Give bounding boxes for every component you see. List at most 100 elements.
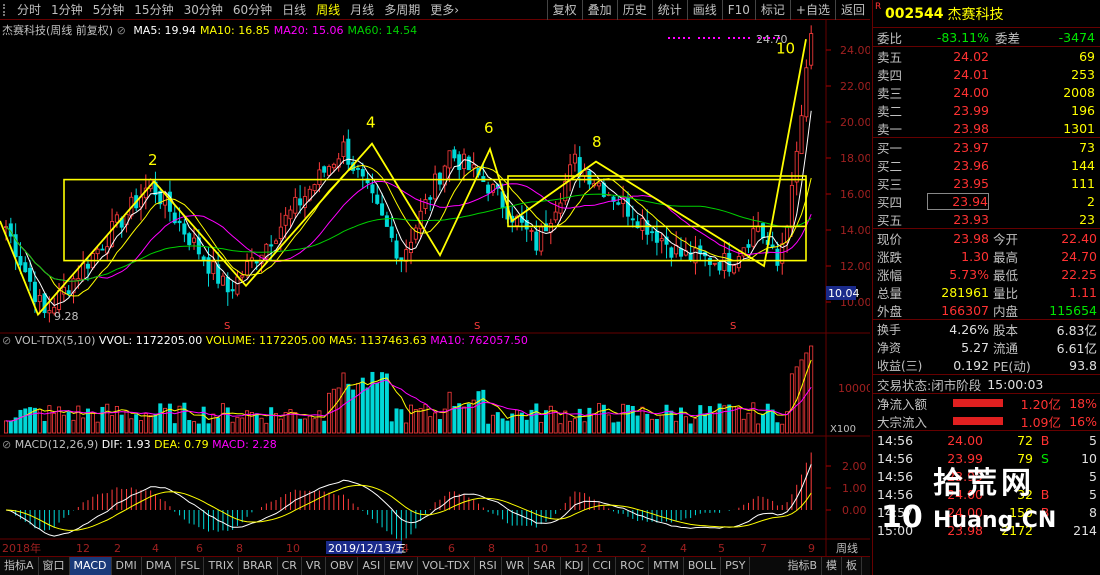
time-axis-label: 9: [808, 542, 815, 555]
time-axis-label: 4: [152, 542, 159, 555]
period-tab[interactable]: 15分钟: [129, 0, 178, 20]
indicator-tab[interactable]: VOL-TDX: [418, 557, 475, 575]
candle-body: [413, 227, 418, 240]
candle-body: [568, 164, 573, 180]
asks-row[interactable]: 卖一 23.98 1301: [873, 119, 1100, 137]
volume-bar: [635, 415, 640, 434]
toolbar-action-button[interactable]: 复权: [546, 0, 582, 20]
toolbar-action-button[interactable]: +自选: [789, 0, 835, 20]
volume-bar: [269, 407, 274, 434]
toolbar-action-button[interactable]: 返回: [834, 0, 870, 20]
indicator-tab[interactable]: BRAR: [239, 557, 278, 575]
indicator-tab[interactable]: CR: [278, 557, 302, 575]
period-tab[interactable]: 1分钟: [46, 0, 88, 20]
toolbar-action-button[interactable]: 统计: [651, 0, 687, 20]
bids-row[interactable]: 买一 23.97 73: [873, 138, 1100, 156]
indicator-tab[interactable]: RSI: [475, 557, 502, 575]
volume-bar: [688, 423, 693, 434]
indicator-tab[interactable]: TRIX: [204, 557, 239, 575]
volume-bar: [100, 406, 105, 434]
toolbar-action-button[interactable]: 画线: [686, 0, 722, 20]
indicator-tab[interactable]: CCI: [589, 557, 617, 575]
indicator-tab[interactable]: WR: [502, 557, 530, 575]
indicator-tab[interactable]: MTM: [649, 557, 684, 575]
weibi-value: -83.11%: [936, 29, 989, 45]
candle-body: [654, 230, 659, 243]
volume-bar: [770, 409, 775, 434]
indicator-tab[interactable]: BOLL: [684, 557, 722, 575]
kline-chart-area[interactable]: 24.0022.0020.0018.0016.0014.0012.0010.00…: [0, 20, 870, 556]
stat-row: 总量 281961 量比 1.11: [873, 283, 1100, 301]
collapse-icon[interactable]: ⊘: [2, 334, 11, 347]
indicator-tab[interactable]: MACD: [69, 557, 112, 575]
volume-bar: [23, 408, 28, 434]
asks-row[interactable]: 卖二 23.99 196: [873, 101, 1100, 119]
asks-row[interactable]: 卖四 24.01 253: [873, 65, 1100, 83]
toolbar-action-button[interactable]: F10: [721, 0, 755, 20]
indicator-tab[interactable]: ROC: [616, 557, 650, 575]
candle-body: [100, 248, 105, 251]
toolbar-action-button[interactable]: 叠加: [581, 0, 617, 20]
period-tab[interactable]: 30分钟: [179, 0, 228, 20]
indicator-tab[interactable]: DMI: [112, 557, 142, 575]
indicator-tab[interactable]: OBV: [326, 557, 359, 575]
bids-row[interactable]: 买三 23.95 111: [873, 174, 1100, 192]
volume-bar: [433, 412, 438, 434]
period-tab[interactable]: 分时: [12, 0, 46, 20]
volume-bar: [322, 420, 327, 434]
period-tab[interactable]: 月线: [345, 0, 379, 20]
asks-row[interactable]: 卖五 24.02 69: [873, 47, 1100, 65]
stock-header: R 002544 杰赛科技: [873, 0, 1100, 28]
candle-body: [18, 256, 23, 266]
indicator-tab[interactable]: FSL: [176, 557, 205, 575]
toolbar-action-button[interactable]: 历史: [616, 0, 652, 20]
asks-volume: 2008: [1063, 84, 1095, 100]
volume-bar: [751, 402, 756, 434]
macd-title: MACD(12,26,9): [14, 438, 99, 451]
candle-body: [572, 153, 577, 164]
indicator-tab[interactable]: SAR: [529, 557, 561, 575]
period-tab[interactable]: 更多›: [425, 0, 464, 20]
indicator-tab[interactable]: 窗口: [39, 557, 70, 575]
period-tab[interactable]: 日线: [277, 0, 311, 20]
price-tick-label: 20.00: [840, 116, 870, 129]
bids-volume: 111: [1071, 175, 1095, 191]
candle-body: [804, 67, 809, 118]
indicator-tab[interactable]: 板: [842, 557, 862, 575]
indicator-tab[interactable]: DMA: [142, 557, 177, 575]
asks-row[interactable]: 卖三 24.00 2008: [873, 83, 1100, 101]
period-tab[interactable]: 周线: [311, 0, 345, 20]
collapse-icon[interactable]: ⊘: [2, 438, 11, 451]
volume-bar: [423, 403, 428, 434]
period-tab[interactable]: 60分钟: [228, 0, 277, 20]
asks-price: 23.98: [953, 120, 989, 136]
indicator-tab[interactable]: PSY: [721, 557, 751, 575]
indicator-tab[interactable]: 模: [822, 557, 842, 575]
indicator-tab[interactable]: ASI: [358, 557, 386, 575]
ma-line: [5, 110, 812, 307]
toolbar-action-button[interactable]: 标记: [754, 0, 790, 20]
period-tab[interactable]: 5分钟: [88, 0, 130, 20]
candle-body: [47, 310, 52, 314]
volume-bar: [568, 420, 573, 434]
stat-label: 外盘: [877, 303, 903, 319]
period-tab[interactable]: 多周期: [379, 0, 425, 20]
bids-row[interactable]: 买二 23.96 144: [873, 156, 1100, 174]
indicator-tab[interactable]: 指标A: [0, 557, 39, 575]
flow-row: 大宗流入 1.09亿 16%: [873, 412, 1100, 430]
candle-body: [751, 228, 756, 247]
indicator-tab[interactable]: 指标B: [783, 557, 822, 575]
bids-volume: 23: [1079, 211, 1095, 227]
bids-row[interactable]: 买五 23.93 23: [873, 210, 1100, 228]
indicator-tab[interactable]: VR: [302, 557, 327, 575]
volume-bar: [293, 412, 298, 434]
bids-row[interactable]: 买四 23.94 2: [873, 192, 1100, 210]
collapse-icon[interactable]: ⊘: [117, 24, 126, 37]
indicator-tab[interactable]: KDJ: [561, 557, 589, 575]
flow-pct: 16%: [1069, 413, 1097, 429]
bids-price: 23.93: [953, 211, 989, 227]
candle-body: [182, 223, 187, 235]
candle-body: [529, 230, 534, 232]
candle-body: [85, 263, 90, 269]
indicator-tab[interactable]: EMV: [385, 557, 419, 575]
